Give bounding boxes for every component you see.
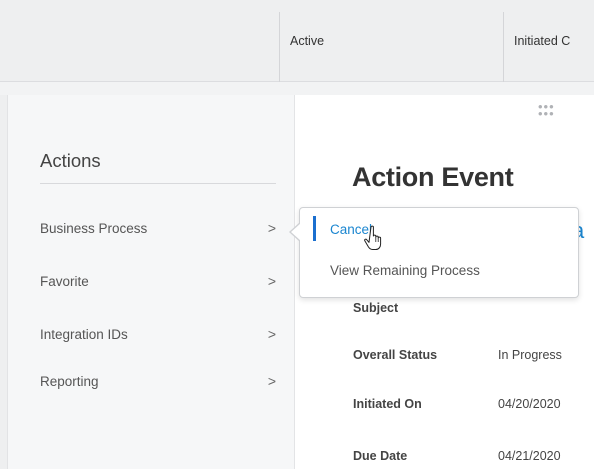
- field-value-overall-status: In Progress: [498, 348, 562, 362]
- column-header-initiated[interactable]: Initiated C: [514, 34, 594, 48]
- action-item-label: Favorite: [40, 274, 89, 289]
- left-rail: [0, 95, 7, 469]
- actions-panel: Actions Business Process > Favorite > In…: [8, 95, 295, 469]
- table-header: Active Initiated C: [0, 0, 594, 82]
- selected-indicator: [313, 216, 316, 241]
- column-header-active[interactable]: Active: [290, 34, 324, 48]
- chevron-right-icon: >: [267, 220, 276, 236]
- column-divider: [503, 12, 504, 82]
- action-item-integration-ids[interactable]: Integration IDs >: [40, 326, 282, 351]
- submenu-caret-fill: [291, 223, 301, 241]
- action-item-label: Reporting: [40, 374, 99, 389]
- field-value-initiated-on: 04/20/2020: [498, 397, 561, 411]
- drag-dots-icon[interactable]: ••• •••: [538, 100, 555, 120]
- field-label-overall-status: Overall Status: [353, 348, 438, 362]
- submenu-item-view-remaining-process[interactable]: View Remaining Process: [330, 263, 480, 278]
- chevron-right-icon: >: [267, 273, 276, 289]
- business-process-submenu: [299, 207, 579, 298]
- field-label-due-date: Due Date: [353, 449, 408, 463]
- action-item-label: Integration IDs: [40, 327, 128, 342]
- action-item-reporting[interactable]: Reporting >: [40, 373, 282, 398]
- field-value-due-date: 04/21/2020: [498, 449, 561, 463]
- chevron-right-icon: >: [267, 326, 276, 342]
- hand-pointer-icon: [364, 225, 382, 250]
- chevron-right-icon: >: [267, 373, 276, 389]
- action-item-business-process[interactable]: Business Process >: [40, 220, 282, 245]
- page-title: Action Event: [352, 162, 514, 192]
- actions-divider: [40, 183, 276, 184]
- action-item-favorite[interactable]: Favorite >: [40, 273, 282, 298]
- actions-title: Actions: [40, 150, 101, 171]
- field-label-subject: Subject: [353, 301, 399, 315]
- column-divider: [279, 12, 280, 82]
- field-label-initiated-on: Initiated On: [353, 397, 422, 411]
- action-item-label: Business Process: [40, 221, 148, 236]
